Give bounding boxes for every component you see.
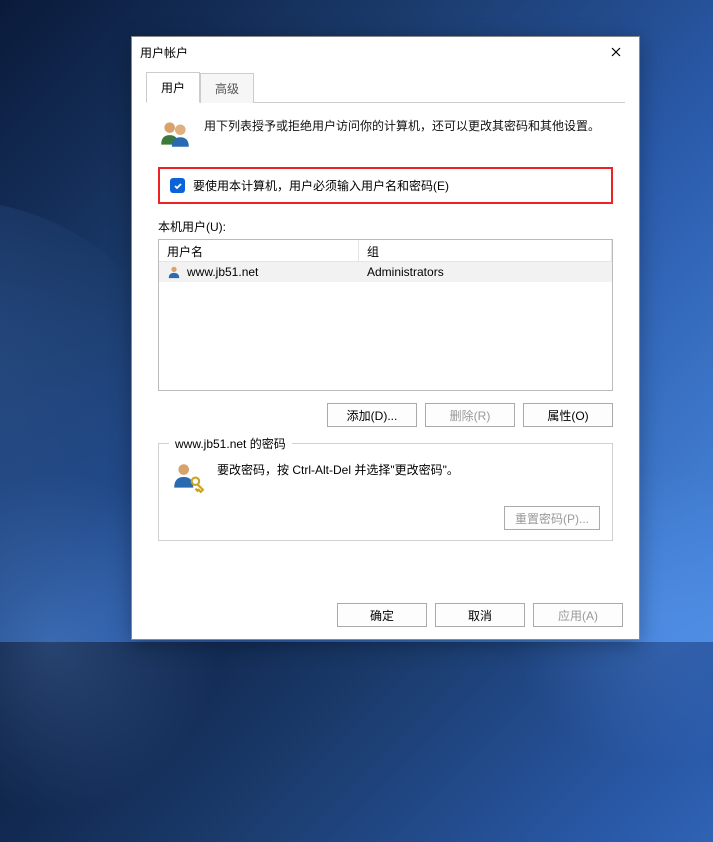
dialog-buttons: 确定 取消 应用(A) <box>337 603 623 627</box>
cell-username: www.jb51.net <box>159 263 359 281</box>
password-body: 要改密码，按 Ctrl-Alt-Del 并选择"更改密码"。 <box>171 460 600 494</box>
col-username[interactable]: 用户名 <box>159 240 359 262</box>
tab-body-users: 用下列表授予或拒绝用户访问你的计算机，还可以更改其密码和其他设置。 要使用本计算… <box>146 103 625 545</box>
cell-group: Administrators <box>359 263 612 281</box>
user-buttons-row: 添加(D)... 删除(R) 属性(O) <box>158 403 613 427</box>
properties-button[interactable]: 属性(O) <box>523 403 613 427</box>
password-buttons-row: 重置密码(P)... <box>171 506 600 530</box>
require-password-label: 要使用本计算机，用户必须输入用户名和密码(E) <box>193 177 449 194</box>
remove-button: 删除(R) <box>425 403 515 427</box>
username-text: www.jb51.net <box>187 265 258 279</box>
intro-text: 用下列表授予或拒绝用户访问你的计算机，还可以更改其密码和其他设置。 <box>204 117 600 136</box>
password-group-title: www.jb51.net 的密码 <box>169 435 292 452</box>
tab-users[interactable]: 用户 <box>146 72 200 103</box>
require-password-row: 要使用本计算机，用户必须输入用户名和密码(E) <box>158 167 613 204</box>
password-title-user: www.jb51.net <box>175 437 246 451</box>
table-row[interactable]: www.jb51.net Administrators <box>159 262 612 282</box>
users-icon <box>158 117 192 151</box>
cancel-button[interactable]: 取消 <box>435 603 525 627</box>
close-icon <box>611 47 621 57</box>
users-listbox[interactable]: 用户名 组 www.jb51.net Administrators <box>158 239 613 391</box>
user-icon <box>167 265 181 279</box>
apply-button: 应用(A) <box>533 603 623 627</box>
require-password-checkbox[interactable] <box>170 178 185 193</box>
add-button[interactable]: 添加(D)... <box>327 403 417 427</box>
close-button[interactable] <box>601 39 631 65</box>
tab-advanced[interactable]: 高级 <box>200 73 254 103</box>
password-title-suffix: 的密码 <box>246 437 285 451</box>
user-accounts-dialog: 用户帐户 用户 高级 用下列表授予或拒绝用户访问你的计算机，还可以更改其密码和其… <box>131 36 640 640</box>
tab-strip: 用户 高级 <box>146 77 625 103</box>
local-users-label: 本机用户(U): <box>158 218 613 235</box>
intro-row: 用下列表授予或拒绝用户访问你的计算机，还可以更改其密码和其他设置。 <box>158 117 613 151</box>
dialog-content: 用户 高级 用下列表授予或拒绝用户访问你的计算机，还可以更改其密码和其他设置。 … <box>132 67 639 559</box>
check-icon <box>173 181 183 191</box>
user-key-icon <box>171 460 205 494</box>
titlebar: 用户帐户 <box>132 37 639 67</box>
list-header: 用户名 组 <box>159 240 612 262</box>
ok-button[interactable]: 确定 <box>337 603 427 627</box>
window-title: 用户帐户 <box>140 44 601 61</box>
reset-password-button: 重置密码(P)... <box>504 506 600 530</box>
password-instruction: 要改密码，按 Ctrl-Alt-Del 并选择"更改密码"。 <box>217 460 459 480</box>
col-group[interactable]: 组 <box>359 240 612 262</box>
password-groupbox: www.jb51.net 的密码 要改密码，按 Ctrl-Alt-Del 并选择… <box>158 443 613 541</box>
